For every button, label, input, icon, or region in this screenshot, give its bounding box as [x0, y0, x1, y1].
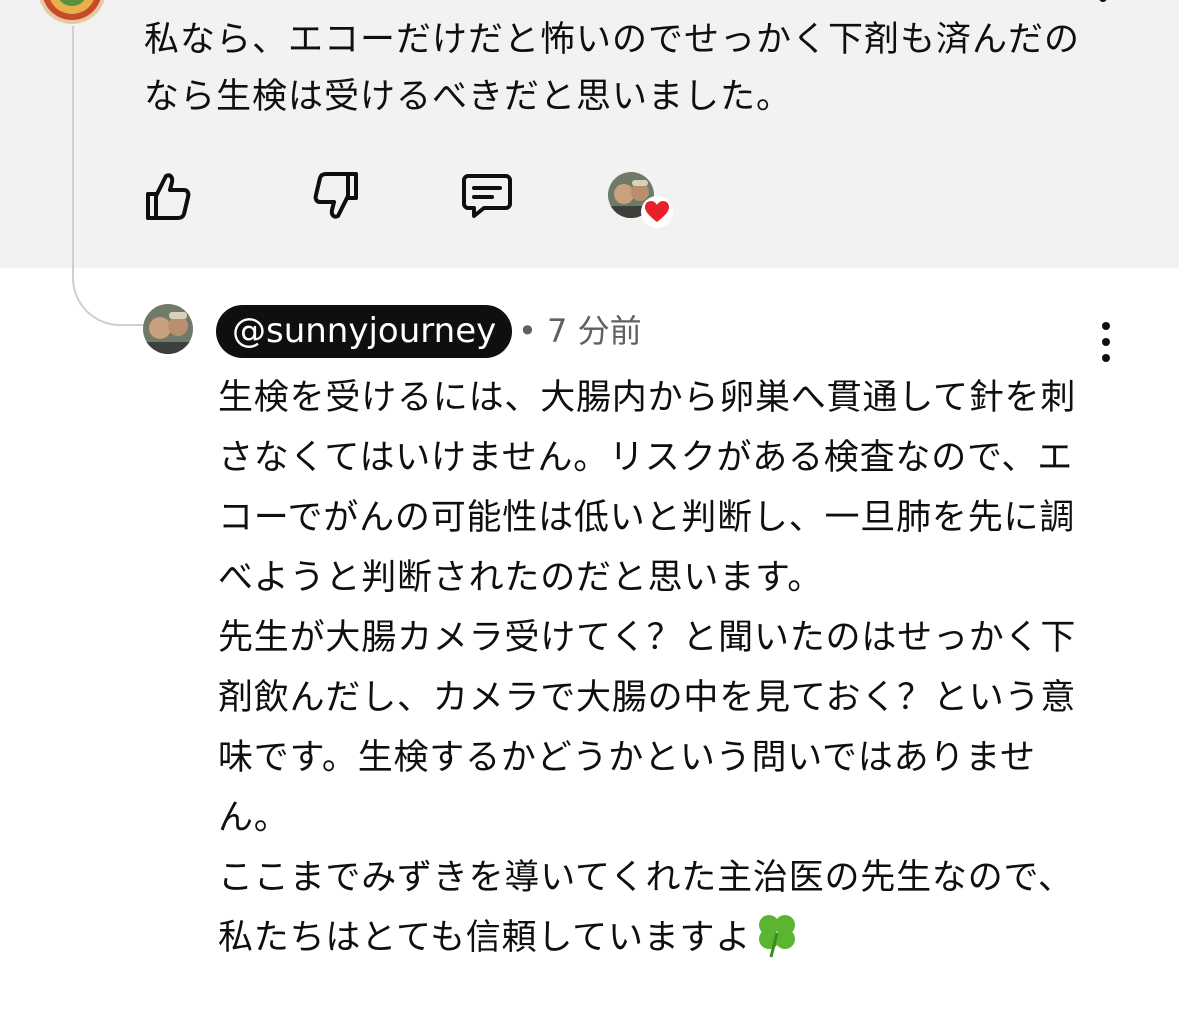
creator-heart-icon — [640, 196, 674, 228]
reply-timestamp: • 7 分前 — [518, 312, 642, 350]
parent-comment-text: 私なら、エコーだけだと怖いのでせっかく下剤も済んだのなら生検は受けるべきだと思い… — [144, 20, 1081, 117]
reply-paragraph-3-text: ここまでみずきを導いてくれた主治医の先生なので、私たちはとても信頼していますよ — [218, 858, 1074, 958]
parent-avatar[interactable] — [36, 0, 108, 26]
parent-comment: 私なら、エコーだけだと怖いのでせっかく下剤も済んだのなら生検は受けるべきだと思い… — [0, 0, 1179, 326]
thread-connector-line — [72, 26, 144, 326]
reply-button[interactable] — [460, 170, 516, 226]
reply-paragraph-1: 生検を受けるには、大腸内から卵巣へ貫通して針を刺さなくてはいけません。リスクがあ… — [218, 378, 1077, 598]
thumbs-down-icon — [313, 172, 358, 219]
creator-heart-badge[interactable] — [606, 170, 674, 230]
reply-avatar[interactable] — [143, 304, 193, 354]
thumbs-up-icon — [146, 173, 191, 220]
reply-more-options-icon[interactable] — [1098, 322, 1114, 362]
like-button[interactable] — [142, 170, 194, 226]
reply-paragraph-3: ここまでみずきを導いてくれた主治医の先生なので、私たちはとても信頼していますよ — [218, 848, 1098, 968]
reply-comment-icon — [462, 174, 512, 218]
four-leaf-clover-icon — [751, 911, 803, 959]
more-options-icon[interactable] — [1099, 0, 1113, 8]
reply-paragraph-2: 先生が大腸カメラ受けてく？と聞いたのはせっかく下剤飲んだし、カメラで大腸の中を見… — [218, 618, 1077, 838]
reply-author-handle[interactable]: @sunnyjourney — [216, 305, 513, 358]
reply-comment-text: 生検を受けるには、大腸内から卵巣へ貫通して針を刺さなくてはいけません。リスクがあ… — [218, 368, 1098, 968]
dislike-button[interactable] — [312, 170, 364, 226]
